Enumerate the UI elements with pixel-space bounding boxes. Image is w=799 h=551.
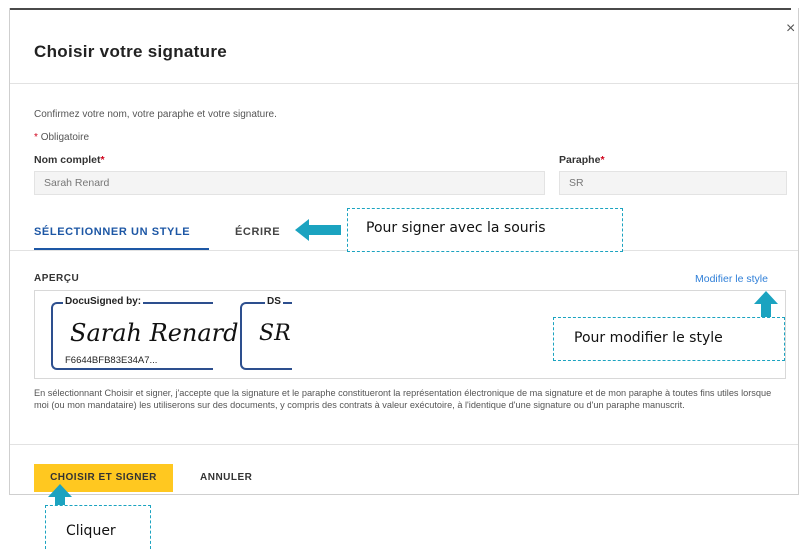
close-icon[interactable]: × (786, 21, 795, 37)
cancel-button[interactable]: ANNULER (200, 464, 252, 492)
dialog-top-border (10, 8, 791, 10)
header-divider (10, 83, 798, 84)
initials-label: Paraphe* (559, 154, 605, 166)
required-label: Obligatoire (40, 132, 90, 143)
initials-ds-label: DS (265, 296, 283, 307)
fullname-label-text: Nom complet (34, 154, 101, 166)
fullname-label: Nom complet* (34, 154, 105, 166)
legal-disclaimer: En sélectionnant Choisir et signer, j'ac… (34, 388, 772, 410)
footer-divider (10, 444, 798, 445)
initials-label-text: Paraphe (559, 154, 601, 166)
initials-text: SR (259, 321, 291, 346)
modify-style-callout: Pour modifier le style (553, 317, 785, 361)
fullname-input[interactable]: Sarah Renard (34, 171, 545, 195)
arrow-left-icon (295, 219, 341, 241)
initials-required-star: * (600, 154, 605, 166)
tab-select-style[interactable]: SÉLECTIONNER UN STYLE (34, 226, 190, 238)
required-star: * (34, 132, 38, 143)
intro-text: Confirmez votre nom, votre paraphe et vo… (34, 109, 277, 120)
mouse-sign-callout: Pour signer avec la souris (347, 208, 623, 252)
tab-write[interactable]: ÉCRIRE (235, 226, 280, 238)
dialog-title: Choisir votre signature (34, 42, 227, 61)
initials-input[interactable]: SR (559, 171, 787, 195)
required-note: * Obligatoire (34, 132, 89, 143)
modify-style-link[interactable]: Modifier le style (695, 273, 768, 285)
fullname-required-star: * (100, 154, 105, 166)
signature-id: F6644BFB83E34A7... (63, 355, 160, 366)
signature-text: Sarah Renard (70, 319, 239, 347)
docusigned-by-label: DocuSigned by: (63, 296, 144, 307)
click-callout: Cliquer (45, 505, 151, 549)
preview-label: APERÇU (34, 273, 80, 284)
